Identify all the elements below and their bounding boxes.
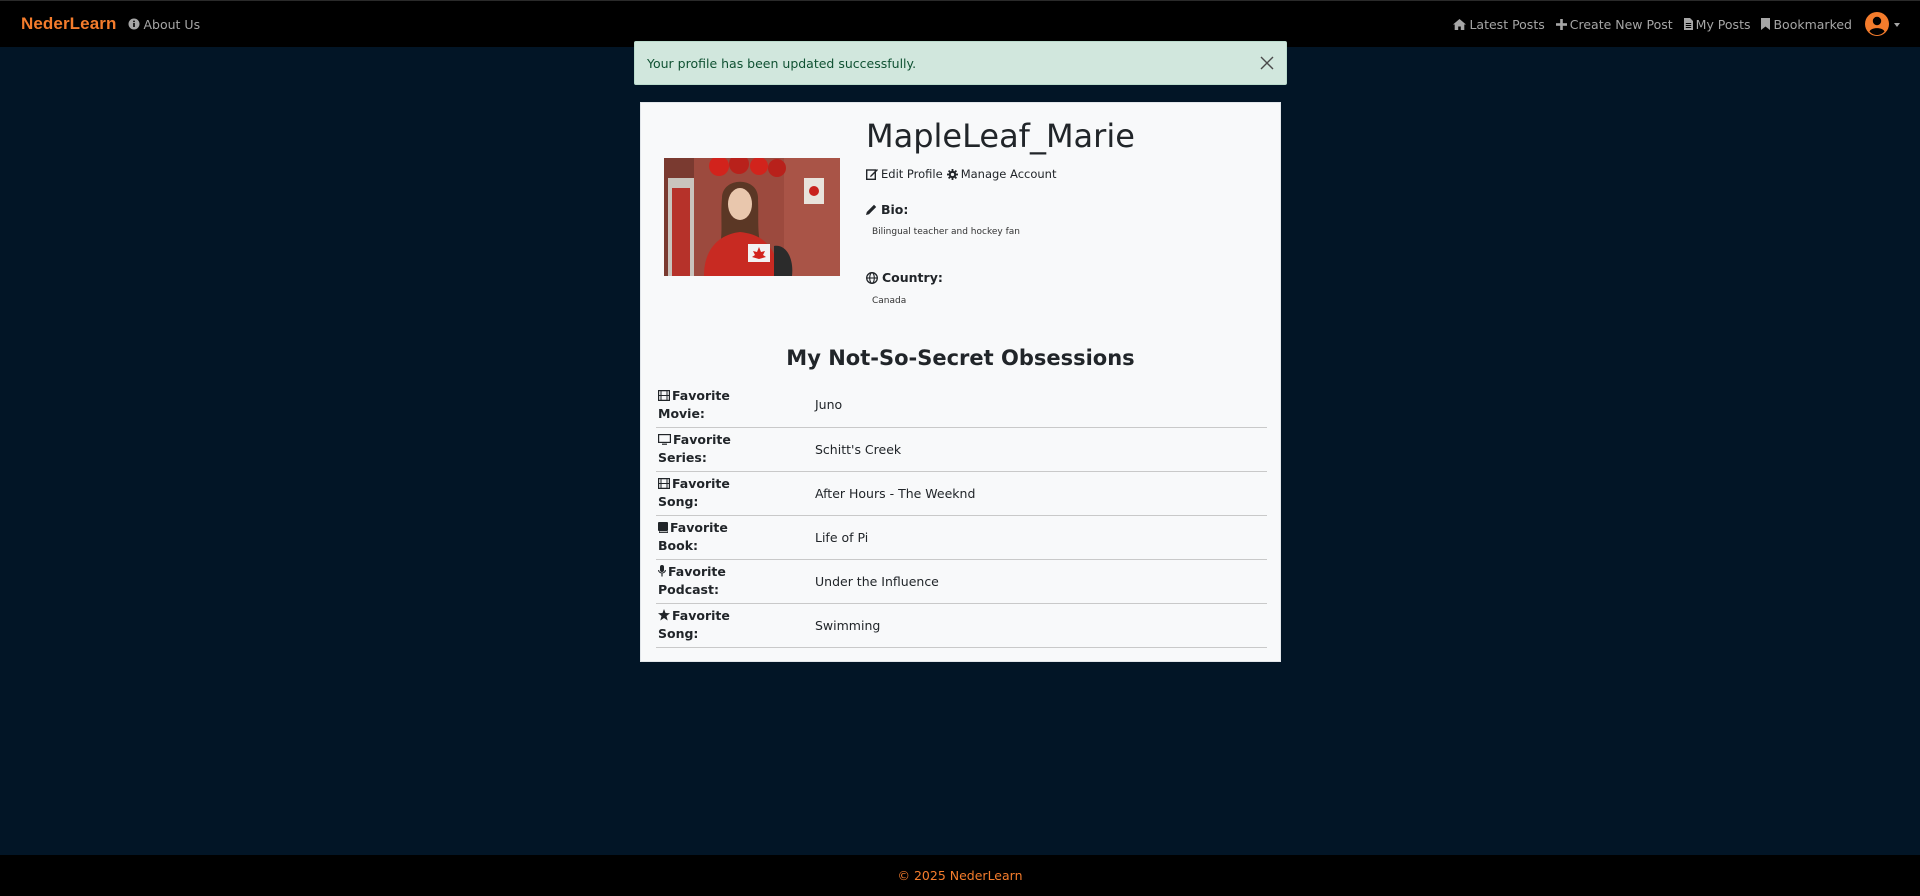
nav-create-new-post-label: Create New Post: [1569, 16, 1673, 32]
profile-photo-graphic: [664, 158, 840, 276]
edit-profile-label: Edit Profile: [881, 167, 943, 181]
edit-icon: [866, 169, 878, 180]
footer: © 2025 NederLearn: [0, 855, 1920, 896]
nav-latest-posts-label: Latest Posts: [1469, 16, 1545, 32]
table-row: Favorite Song: Swimming: [656, 603, 1267, 648]
film-icon: [658, 478, 671, 490]
user-menu-toggle[interactable]: [1865, 12, 1900, 36]
nav-left: NederLearn About Us: [21, 14, 200, 34]
alert-message: Your profile has been updated successful…: [647, 55, 917, 71]
country-value: Canada: [872, 296, 907, 306]
row-label: Favorite Podcast:: [656, 559, 815, 604]
brand-logo[interactable]: NederLearn: [21, 14, 116, 34]
footer-copyright: © 2025 NederLearn: [897, 868, 1023, 883]
manage-account-link[interactable]: Manage Account: [946, 167, 1057, 181]
nav-about-label: About Us: [143, 16, 201, 32]
star-icon: [658, 609, 670, 621]
profile-photo: [664, 158, 840, 276]
file-icon: [1683, 18, 1693, 30]
bio-heading: Bio:: [866, 202, 908, 217]
table-row: Favorite Song: After Hours - The Weeknd: [656, 471, 1267, 516]
pencil-icon: [866, 204, 877, 215]
nav-right: Latest Posts Create New Post My Posts Bo…: [1442, 12, 1900, 36]
navbar: NederLearn About Us Latest Posts Create …: [0, 0, 1920, 47]
table-row: Favorite Series: Schitt's Creek: [656, 427, 1267, 472]
profile-username: MapleLeaf_Marie: [866, 117, 1135, 155]
obsessions-title: My Not-So-Secret Obsessions: [786, 346, 1135, 370]
row-value: Life of Pi: [815, 515, 1267, 560]
nav-my-posts[interactable]: My Posts: [1683, 16, 1751, 32]
country-heading: Country:: [866, 270, 943, 285]
table-row: Favorite Movie: Juno: [656, 383, 1267, 428]
nav-create-new-post[interactable]: Create New Post: [1555, 16, 1673, 32]
close-icon: [1260, 56, 1274, 70]
nav-bookmarked[interactable]: Bookmarked: [1761, 17, 1852, 32]
nav-latest-posts[interactable]: Latest Posts: [1453, 16, 1545, 32]
row-value: Swimming: [815, 603, 1267, 648]
home-icon: [1453, 18, 1467, 30]
favorites-table: Favorite Movie: Juno Favorite Series: Schi…: [656, 383, 1267, 648]
gear-icon: [946, 168, 958, 180]
row-label: Favorite Song:: [656, 471, 815, 516]
plus-icon: [1555, 18, 1567, 30]
table-row: Favorite Podcast: Under the Influence: [656, 559, 1267, 604]
tv-icon: [658, 434, 672, 445]
nav-bookmarked-label: Bookmarked: [1773, 16, 1852, 32]
nav-about-us[interactable]: About Us: [128, 17, 200, 32]
row-value: After Hours - The Weeknd: [815, 471, 1267, 516]
success-alert: Your profile has been updated successful…: [634, 41, 1287, 85]
close-alert-button[interactable]: [1258, 54, 1276, 72]
nav-my-posts-label: My Posts: [1695, 16, 1751, 32]
info-circle-icon: [128, 18, 140, 30]
globe-icon: [866, 271, 878, 284]
row-label: Favorite Song:: [656, 603, 815, 648]
microphone-icon: [658, 565, 666, 577]
bio-value: Bilingual teacher and hockey fan: [872, 227, 1020, 237]
row-value: Schitt's Creek: [815, 427, 1267, 472]
profile-card: MapleLeaf_Marie Edit Profile Manage Acco…: [640, 102, 1281, 662]
profile-actions: Edit Profile Manage Account: [866, 167, 1060, 181]
book-icon: [658, 522, 668, 533]
row-value: Juno: [815, 383, 1267, 428]
bookmark-icon: [1761, 18, 1771, 30]
manage-account-label: Manage Account: [960, 167, 1057, 181]
edit-profile-link[interactable]: Edit Profile: [866, 167, 943, 181]
row-label: Favorite Movie:: [656, 383, 815, 428]
bio-label: Bio:: [881, 202, 909, 217]
user-avatar-icon: [1865, 12, 1889, 36]
table-row: Favorite Book: Life of Pi: [656, 515, 1267, 560]
country-label: Country:: [882, 270, 943, 285]
row-value: Under the Influence: [815, 559, 1267, 604]
chevron-down-icon: [1894, 23, 1900, 27]
row-label: Favorite Series:: [656, 427, 815, 472]
film-icon: [658, 389, 671, 401]
row-label: Favorite Book:: [656, 515, 815, 560]
